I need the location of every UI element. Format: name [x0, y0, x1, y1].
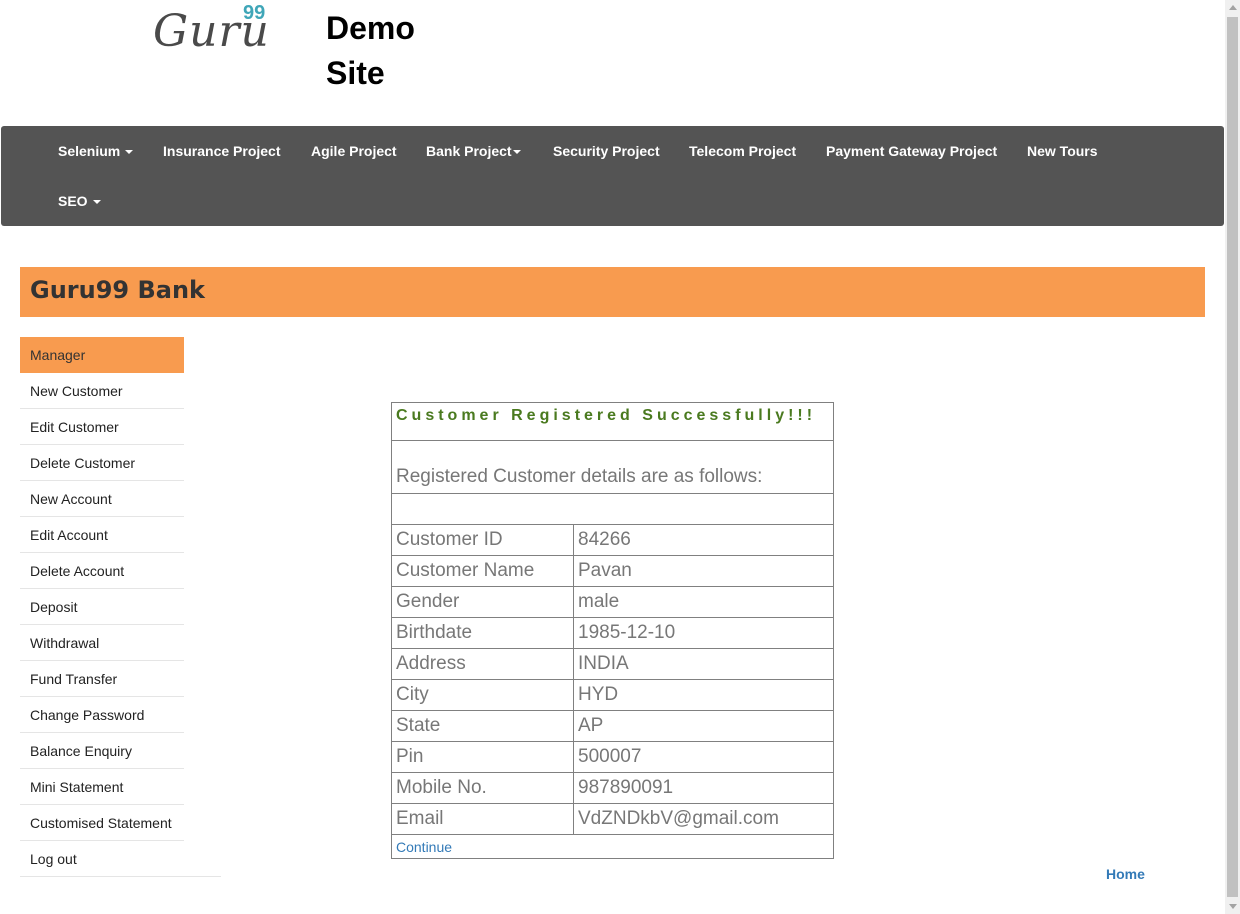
row-label: City	[391, 679, 574, 711]
sidebar-item-edit-account[interactable]: Edit Account	[20, 517, 184, 553]
success-message: Customer Registered Successfully!!!	[391, 402, 834, 441]
row-value: AP	[573, 710, 834, 742]
blank-cell	[391, 493, 834, 525]
table-row: Birthdate 1985-12-10	[391, 617, 834, 649]
scroll-down-arrow-icon[interactable]	[1229, 904, 1237, 909]
row-value: 500007	[573, 741, 834, 773]
site-title-line1: Demo	[326, 10, 415, 46]
nav-payment-gateway-project[interactable]: Payment Gateway Project	[826, 143, 997, 159]
sidebar-item-log-out[interactable]: Log out	[20, 841, 221, 877]
sidebar-item-delete-customer[interactable]: Delete Customer	[20, 445, 184, 481]
row-value: Pavan	[573, 555, 834, 587]
bank-title: Guru99 Bank	[30, 276, 205, 304]
vertical-scrollbar[interactable]	[1225, 0, 1240, 914]
nav-security-project[interactable]: Security Project	[553, 143, 660, 159]
row-value: INDIA	[573, 648, 834, 680]
row-value: 1985-12-10	[573, 617, 834, 649]
sidebar-item-deposit[interactable]: Deposit	[20, 589, 184, 625]
row-label: Mobile No.	[391, 772, 574, 804]
sidebar-item-edit-customer[interactable]: Edit Customer	[20, 409, 184, 445]
continue-cell: Continue	[391, 834, 834, 859]
sidebar-item-new-account[interactable]: New Account	[20, 481, 184, 517]
table-row: City HYD	[391, 679, 834, 711]
table-row: Customer Name Pavan	[391, 555, 834, 587]
blank-row	[391, 493, 834, 525]
row-label: Address	[391, 648, 574, 680]
row-label: Gender	[391, 586, 574, 618]
nav-insurance-project[interactable]: Insurance Project	[163, 143, 281, 159]
caret-down-icon	[125, 150, 134, 155]
nav-bank-project[interactable]: Bank Project	[426, 143, 521, 159]
row-label: Email	[391, 803, 574, 835]
sidebar-item-balance-enquiry[interactable]: Balance Enquiry	[20, 733, 184, 769]
nav-new-tours[interactable]: New Tours	[1027, 143, 1098, 159]
customer-details-table: Customer Registered Successfully!!! Regi…	[391, 402, 834, 859]
row-value: male	[573, 586, 834, 618]
table-row: Email VdZNDkbV@gmail.com	[391, 803, 834, 835]
table-row: Pin 500007	[391, 741, 834, 773]
site-title: Demo Site	[326, 6, 446, 96]
row-value: 84266	[573, 524, 834, 556]
table-row: State AP	[391, 710, 834, 742]
sidebar-item-fund-transfer[interactable]: Fund Transfer	[20, 661, 184, 697]
details-heading: Registered Customer details are as follo…	[391, 440, 834, 494]
nav-payment-label: Payment Gateway Project	[826, 143, 998, 159]
sidebar-item-manager[interactable]: Manager	[20, 337, 184, 373]
bank-banner: Guru99 Bank	[20, 267, 1205, 317]
home-link[interactable]: Home	[1106, 866, 1145, 882]
nav-telecom-label: Telecom Project	[689, 143, 797, 159]
nav-security-label: Security Project	[553, 143, 660, 159]
row-value: HYD	[573, 679, 834, 711]
sidebar-item-delete-account[interactable]: Delete Account	[20, 553, 184, 589]
top-navbar: Selenium Insurance Project Agile Project…	[1, 126, 1224, 226]
continue-link[interactable]: Continue	[396, 839, 452, 855]
scroll-up-arrow-icon[interactable]	[1229, 5, 1237, 10]
sidebar-item-change-password[interactable]: Change Password	[20, 697, 184, 733]
sidebar-item-withdrawal[interactable]: Withdrawal	[20, 625, 184, 661]
details-heading-row: Registered Customer details are as follo…	[391, 440, 834, 494]
nav-insurance-label: Insurance Project	[163, 143, 281, 159]
row-label: Pin	[391, 741, 574, 773]
sidebar-item-customised-statement[interactable]: Customised Statement	[20, 805, 184, 841]
row-label: State	[391, 710, 574, 742]
nav-selenium[interactable]: Selenium	[58, 143, 134, 159]
success-row: Customer Registered Successfully!!!	[391, 402, 834, 441]
nav-seo-label: SEO	[58, 193, 88, 209]
nav-seo[interactable]: SEO	[58, 193, 101, 209]
row-label: Customer ID	[391, 524, 574, 556]
page: Guru 99 Demo Site Selenium Insurance Pro…	[0, 0, 1240, 914]
nav-agile-project[interactable]: Agile Project	[311, 143, 397, 159]
logo-superscript: 99	[243, 2, 266, 24]
scroll-thumb[interactable]	[1227, 17, 1238, 897]
table-row: Address INDIA	[391, 648, 834, 680]
row-value: VdZNDkbV@gmail.com	[573, 803, 834, 835]
table-row: Gender male	[391, 586, 834, 618]
row-value: 987890091	[573, 772, 834, 804]
continue-row: Continue	[391, 834, 834, 859]
table-row: Mobile No. 987890091	[391, 772, 834, 804]
row-label: Birthdate	[391, 617, 574, 649]
sidebar-menu: Manager New Customer Edit Customer Delet…	[20, 337, 221, 877]
guru99-logo[interactable]: Guru 99	[153, 2, 283, 62]
nav-telecom-project[interactable]: Telecom Project	[689, 143, 796, 159]
caret-down-icon	[512, 150, 521, 155]
sidebar-item-new-customer[interactable]: New Customer	[20, 373, 184, 409]
caret-down-icon	[92, 200, 101, 205]
row-label: Customer Name	[391, 555, 574, 587]
site-title-line2: Site	[326, 55, 385, 91]
nav-new-tours-label: New Tours	[1027, 143, 1098, 159]
nav-selenium-label: Selenium	[58, 143, 121, 159]
nav-bank-label: Bank Project	[426, 143, 512, 159]
table-row: Customer ID 84266	[391, 524, 834, 556]
sidebar-item-mini-statement[interactable]: Mini Statement	[20, 769, 184, 805]
nav-agile-label: Agile Project	[311, 143, 397, 159]
